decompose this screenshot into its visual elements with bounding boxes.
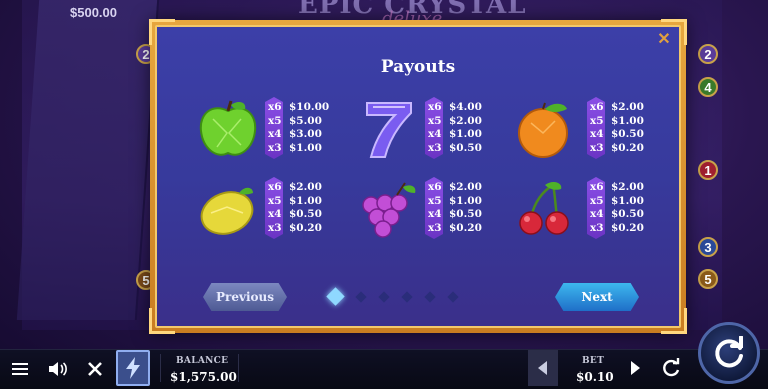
frame-corner-decoration <box>661 308 687 334</box>
lemon-icon <box>200 187 254 235</box>
payout-row: x6 $2.00 <box>590 181 644 193</box>
payout-row: x3 $1.00 <box>268 141 322 154</box>
payout-row: x6 $2.00 <box>268 181 322 193</box>
payout-row: x4 $0.50 <box>268 208 322 220</box>
payout-row: x3 $0.20 <box>590 221 644 234</box>
win-amount: $500.00 <box>70 5 117 20</box>
spin-button[interactable] <box>698 322 760 384</box>
grapes-icon <box>362 182 416 238</box>
payout-row: x5 $1.00 <box>590 114 644 127</box>
balance-label: BALANCE <box>176 356 229 366</box>
menu-icon[interactable] <box>7 357 33 381</box>
next-button[interactable]: Next <box>555 283 639 311</box>
payouts-modal: ✕ Payouts x6 $10.00 x5 $5.00 x4 $3.00 x3 $1.… <box>149 19 687 334</box>
payout-table: x6 $2.00 x5 $1.00 x4 $0.50 x3 $0.20 <box>268 181 322 235</box>
payout-row: x3 $0.20 <box>590 141 644 154</box>
payout-row: x6 $2.00 <box>590 101 644 113</box>
payout-row: x5 $5.00 <box>268 114 322 127</box>
frame-corner-decoration <box>149 19 175 45</box>
bet-decrease-icon[interactable] <box>528 350 558 386</box>
divider <box>238 354 239 382</box>
page-indicator <box>326 287 459 306</box>
bet-value: $0.10 <box>576 370 614 384</box>
page-dot[interactable] <box>355 290 367 303</box>
payout-table: x6 $4.00 x5 $2.00 x4 $1.00 x3 $0.50 <box>428 101 482 155</box>
close-icon[interactable]: ✕ <box>655 31 673 49</box>
turbo-icon[interactable] <box>116 350 150 386</box>
bet-label: BET <box>582 356 605 366</box>
next-button-label: Next <box>581 290 613 304</box>
frame-corner-decoration <box>149 308 175 334</box>
page-dot[interactable] <box>378 290 390 303</box>
payout-row: x3 $0.50 <box>428 141 482 154</box>
payout-row: x4 $1.00 <box>428 128 482 140</box>
line-badge-right-3: 1 <box>698 160 718 180</box>
line-badge-right-5: 5 <box>698 269 718 289</box>
payout-table: x6 $10.00 x5 $5.00 x4 $3.00 x3 $1.00 <box>268 101 329 155</box>
payout-row: x6 $2.00 <box>428 181 482 193</box>
payout-row: x3 $0.20 <box>428 221 482 234</box>
balance-value: $1,575.00 <box>170 370 237 384</box>
bet-increase-icon[interactable] <box>620 350 650 386</box>
divider <box>160 354 161 382</box>
payout-row: x4 $3.00 <box>268 128 322 140</box>
page-dot[interactable] <box>401 290 413 303</box>
payout-table: x6 $2.00 x5 $1.00 x4 $0.50 x3 $0.20 <box>590 101 644 155</box>
payouts-panel: ✕ Payouts x6 $10.00 x5 $5.00 x4 $3.00 x3 $1.… <box>149 19 687 334</box>
spin-icon <box>715 336 743 368</box>
payout-row: x6 $10.00 <box>268 101 330 113</box>
line-badge-right-1: 2 <box>698 44 718 64</box>
previous-button-label: Previous <box>216 290 274 304</box>
payout-row: x3 $0.20 <box>268 221 322 234</box>
previous-button[interactable]: Previous <box>203 283 287 311</box>
payout-row: x6 $4.00 <box>428 101 482 113</box>
payout-row: x5 $1.00 <box>268 194 322 207</box>
line-badge-right-2: 4 <box>698 77 718 97</box>
line-badge-right-4: 3 <box>698 237 718 257</box>
green-apple-icon <box>199 100 257 156</box>
page-dot[interactable] <box>447 290 459 303</box>
close-icon[interactable] <box>82 357 108 381</box>
page-dot[interactable] <box>424 290 436 303</box>
payout-row: x4 $0.50 <box>590 128 644 140</box>
autoplay-icon[interactable] <box>656 350 686 386</box>
payout-row: x5 $1.00 <box>590 194 644 207</box>
payout-row: x5 $2.00 <box>428 114 482 127</box>
payout-table: x6 $2.00 x5 $1.00 x4 $0.50 x3 $0.20 <box>590 181 644 235</box>
payout-table: x6 $2.00 x5 $1.00 x4 $0.50 x3 $0.20 <box>428 181 482 235</box>
payout-row: x4 $0.50 <box>428 208 482 220</box>
seven-icon <box>366 102 412 158</box>
payout-row: x4 $0.50 <box>590 208 644 220</box>
sound-icon[interactable] <box>45 357 71 381</box>
orange-icon <box>518 102 568 158</box>
cherries-icon <box>519 182 569 235</box>
payout-row: x5 $1.00 <box>428 194 482 207</box>
modal-title: Payouts <box>380 57 456 77</box>
page-dot-active[interactable] <box>326 287 345 306</box>
